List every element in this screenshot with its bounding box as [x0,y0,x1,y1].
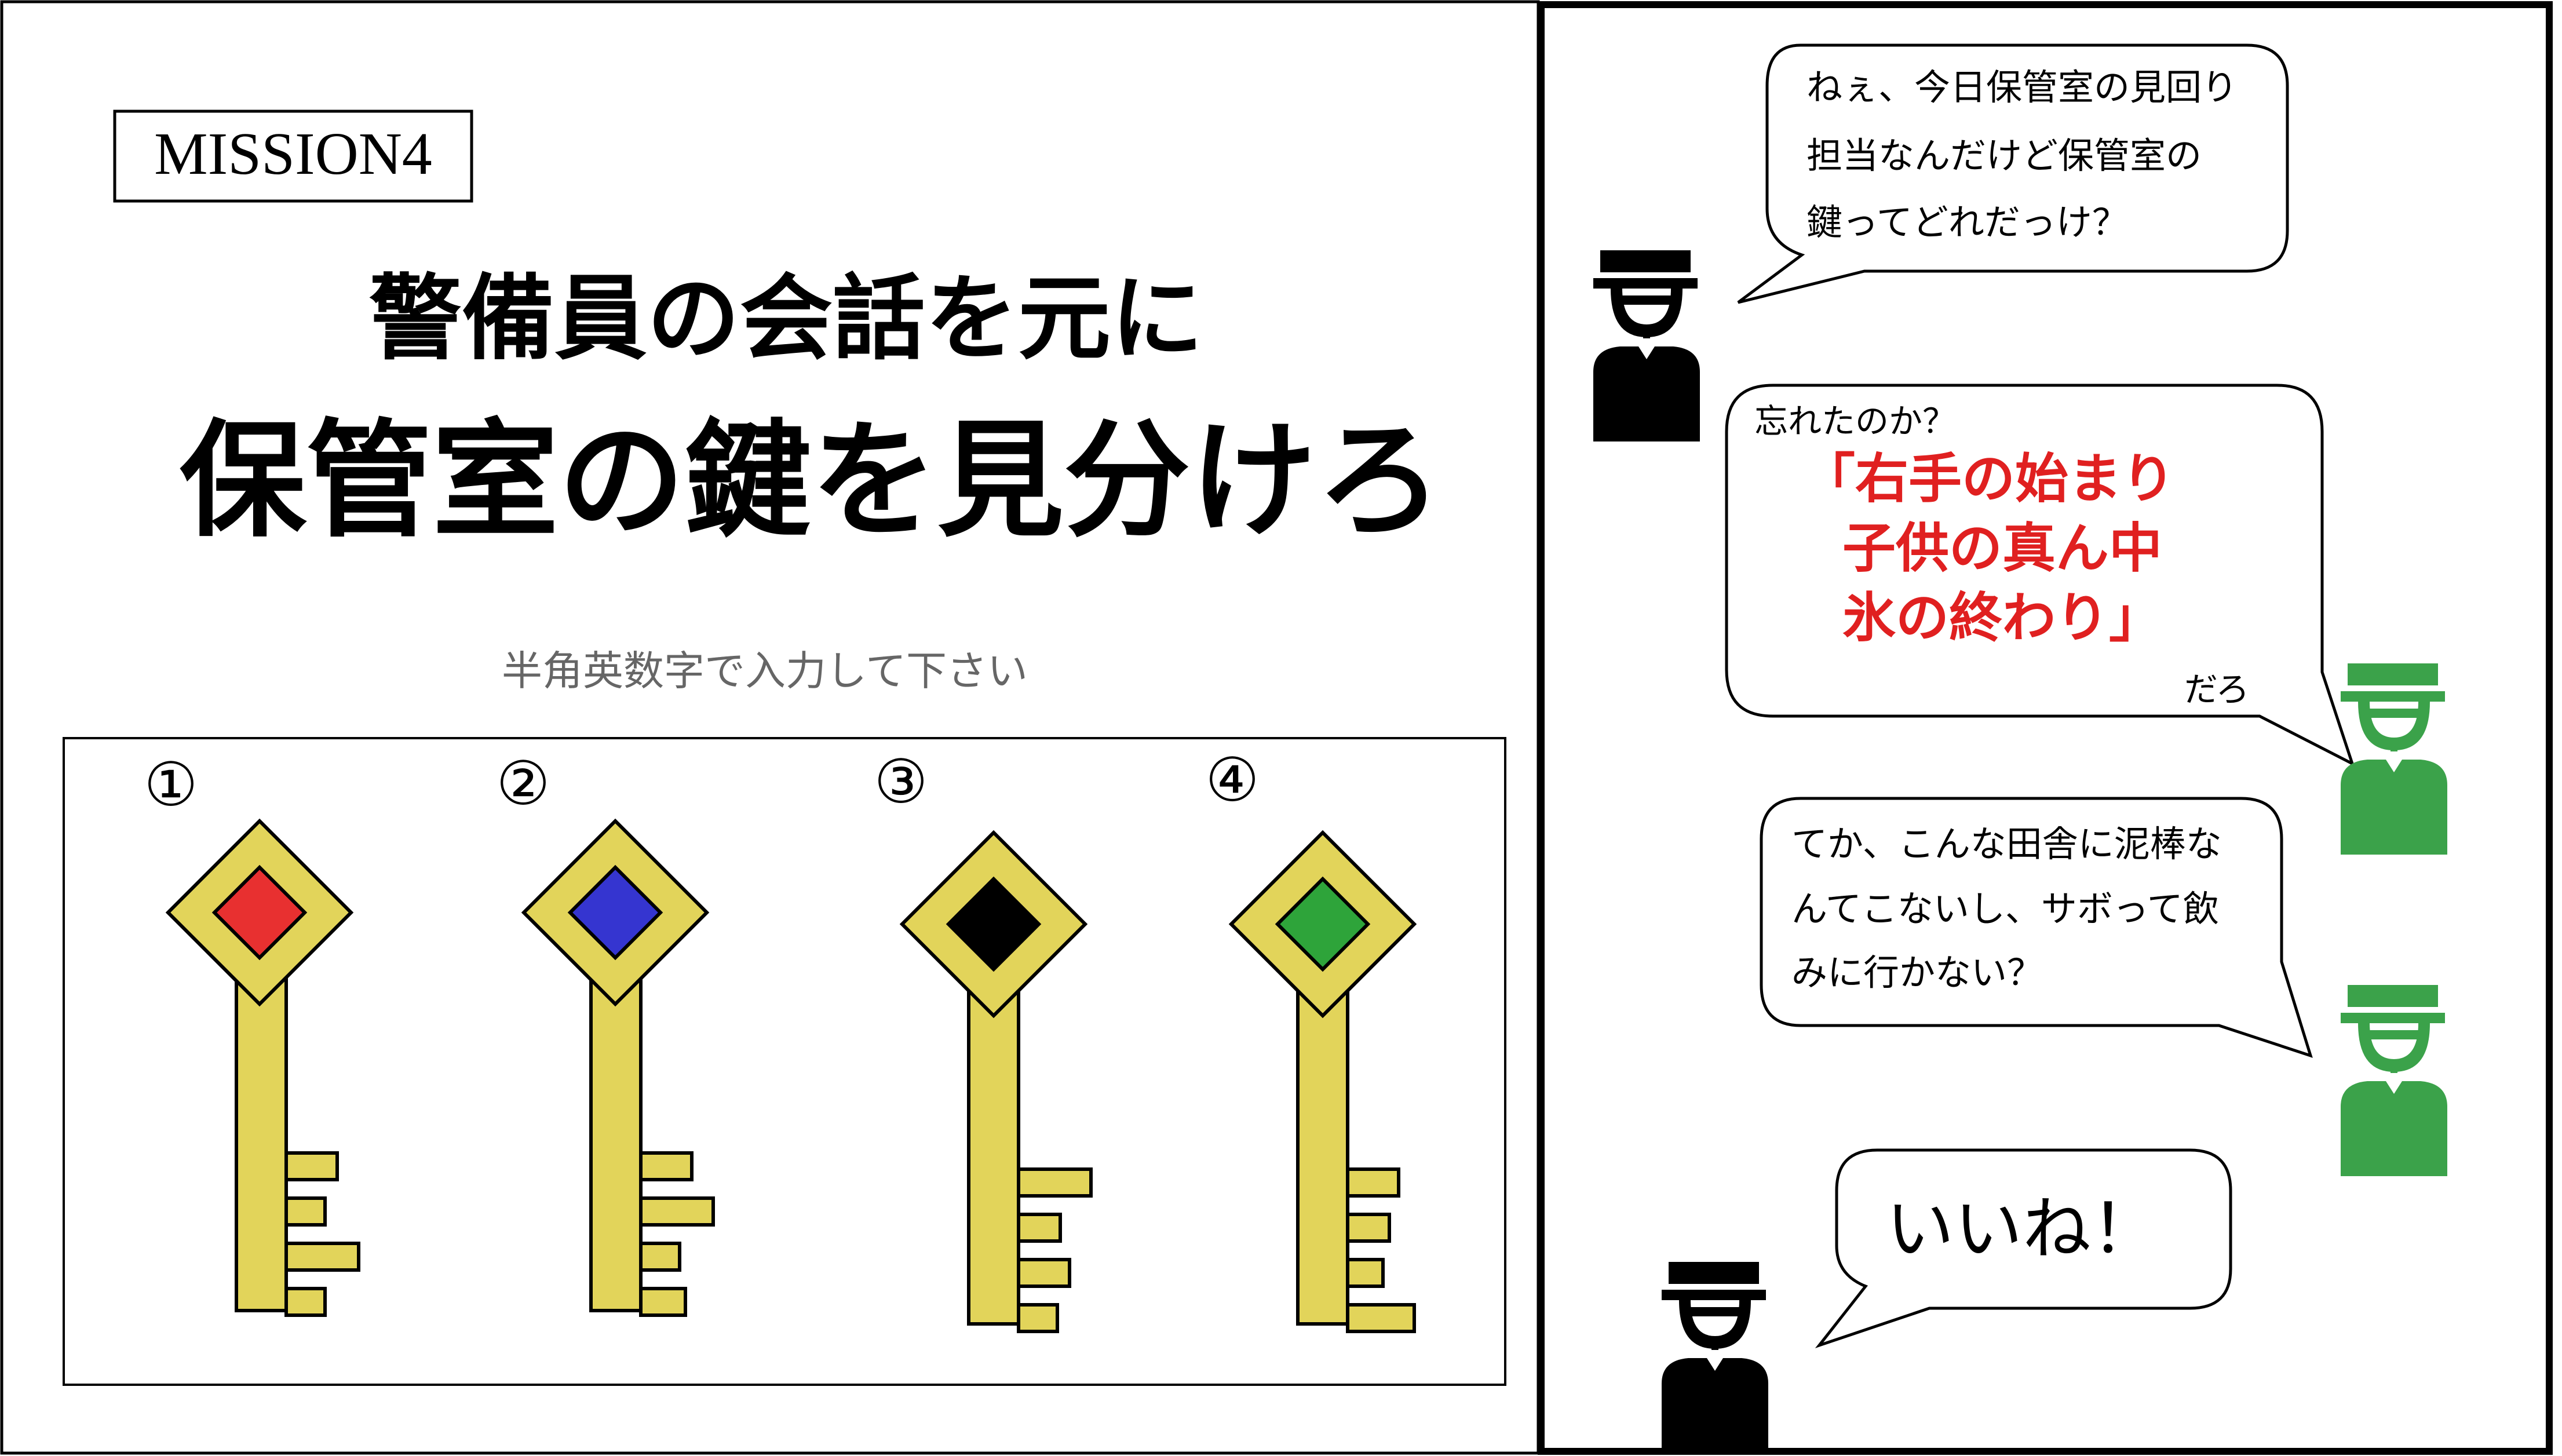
key-shaft [235,977,288,1312]
mission-badge: MISSION4 [113,110,473,203]
key-2: ② [496,748,715,1317]
key-tooth [284,1196,327,1227]
key-shaft [1296,989,1349,1326]
guard-black-2 [1662,1262,1768,1453]
key-1: ① [144,749,360,1317]
title-line-1: 警備員の会話を元に [369,264,1203,373]
bubble-2-hint-1: 「右手の始まり [1802,447,2175,510]
title-line-2: 保管室の鍵を見分けろ [180,406,1443,554]
bubble-3-line-3: みに行かない？ [1791,951,2043,994]
guard-green-1 [2341,663,2447,855]
key-number: ④ [1205,745,1259,815]
instruction-text: 半角英数字で入力して下さい [502,647,1028,695]
key-tooth [639,1151,694,1181]
bubble-2-intro: 忘れたのか？ [1754,402,1956,441]
key-shaft [967,989,1020,1326]
key-tooth [1346,1258,1385,1288]
speech-bubble-2: 忘れたのか？ 「右手の始まり 子供の真ん中 氷の終わり」 だろ [1725,384,2355,767]
key-tooth [639,1287,687,1317]
keys-group: ① ② ③ ④ [144,745,1417,1333]
guard-green-2 [2341,985,2447,1176]
key-3: ③ [874,746,1093,1333]
key-tooth [284,1287,327,1317]
bubble-1-line-3: 鍵ってどれだっけ？ [1806,201,2128,243]
speech-bubble-3: てか、こんな田舎に泥棒な んてこないし、サボって飲 みに行かない？ [1760,797,2313,1058]
left-panel: MISSION4 警備員の会話を元に 保管室の鍵を見分けろ 半角英数字で入力して… [0,0,1540,1455]
key-tooth [639,1196,715,1227]
bubble-1-line-2: 担当なんだけど保管室の [1806,134,2202,177]
bubble-1-line-1: ねぇ、今日保管室の見回り [1806,66,2238,108]
bubble-4-text: いいね！ [1886,1189,2159,1269]
speech-bubble-1: ねぇ、今日保管室の見回り 担当なんだけど保管室の 鍵ってどれだっけ？ [1737,43,2289,304]
key-tooth [1017,1258,1071,1288]
key-tooth [1017,1213,1062,1243]
key-tooth [1017,1167,1093,1198]
key-tooth [1017,1303,1059,1333]
key-tooth [1346,1167,1400,1198]
key-number: ① [144,749,198,820]
right-panel: ねぇ、今日保管室の見回り 担当なんだけど保管室の 鍵ってどれだっけ？ 忘れたのか… [1538,1,2553,1455]
bubble-3-line-1: てか、こんな田舎に泥棒な [1791,823,2222,865]
bubble-2-outro: だろ [2184,670,2250,709]
key-tooth [639,1242,681,1272]
key-shaft [589,977,643,1312]
key-number: ③ [874,746,928,817]
key-tooth [284,1151,339,1181]
key-tooth [1346,1303,1416,1333]
key-number: ② [496,748,550,819]
bubble-2-hint-2: 子供の真ん中 [1842,517,2162,579]
guard-black-1 [1593,250,1700,441]
mission-label: MISSION4 [154,121,432,187]
bubble-2-hint-3: 氷の終わり」 [1842,586,2162,649]
key-tooth [1346,1213,1391,1243]
speech-bubble-4: いいね！ [1815,1148,2232,1349]
key-4: ④ [1205,745,1417,1333]
key-tooth [284,1242,360,1272]
bubble-3-line-2: んてこないし、サボって飲 [1791,888,2219,930]
